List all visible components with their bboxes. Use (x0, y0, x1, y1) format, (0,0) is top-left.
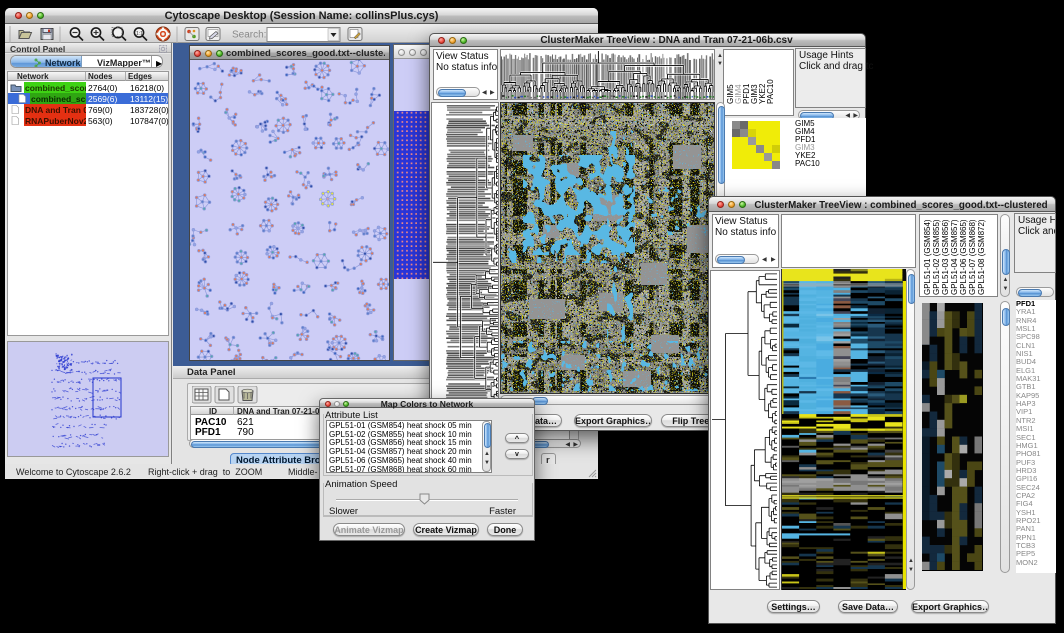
svg-text:GPL51-02 (GSM855): GPL51-02 (GSM855) (932, 219, 941, 295)
svg-text:GPL51-03 (GSM856): GPL51-03 (GSM856) (941, 219, 950, 295)
svg-text:PAC10: PAC10 (766, 79, 775, 104)
svg-text:GPL51-01 (GSM854): GPL51-01 (GSM854) (923, 219, 932, 295)
svg-text:GPL51-07 (GSM868): GPL51-07 (GSM868) (968, 219, 977, 295)
svg-text:GPL51-08 (GSM872): GPL51-08 (GSM872) (977, 219, 986, 295)
svg-text:Search:: Search: (232, 30, 266, 41)
svg-text:GPL51-04 (GSM857): GPL51-04 (GSM857) (950, 219, 959, 295)
svg-text:1:1: 1:1 (136, 31, 143, 37)
svg-text:GPL51-06 (GSM865): GPL51-06 (GSM865) (959, 219, 968, 295)
